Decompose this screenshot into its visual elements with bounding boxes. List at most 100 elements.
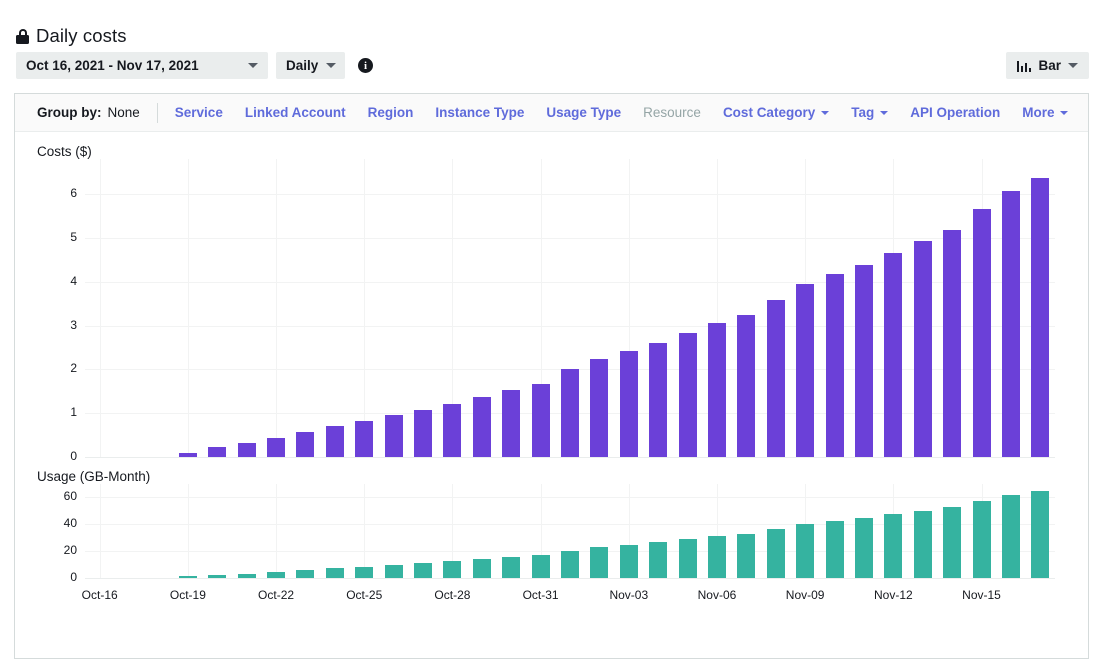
y-axis-tick-label: 3 [70,317,77,332]
chart-bar[interactable] [972,209,991,457]
chart-bar[interactable] [502,390,521,457]
chart-bar[interactable] [1001,190,1020,457]
group-by-option-label: Cost Category [722,105,816,120]
chart-bar[interactable] [472,559,491,578]
chart-bar[interactable] [913,241,932,457]
chart-bar[interactable] [913,510,932,578]
chart-bar[interactable] [649,342,668,457]
chart-bar[interactable] [943,229,962,457]
chart-bar[interactable] [384,415,403,457]
chart-bar[interactable] [737,315,756,457]
chevron-down-icon [326,63,337,68]
chart-bar[interactable] [325,426,344,457]
chart-bar[interactable] [531,555,550,578]
group-by-bar: Group by: None Service Linked Account Regi… [15,94,1088,132]
chart-bar[interactable] [590,358,609,457]
chart-bar[interactable] [649,542,668,578]
costs-chart-title: Costs ($) [37,144,92,159]
group-by-option-label: Tag [851,105,875,120]
chart-bar[interactable] [1031,177,1050,457]
gridline-vertical [99,159,101,457]
group-by-option-cost-category[interactable]: Cost Category [722,105,830,120]
group-by-option-label: Region [367,105,414,120]
chart-bar[interactable] [678,539,697,578]
bar-chart-icon [1016,60,1032,72]
usage-chart-block: Usage (GB-Month) 0 20 40 60 Oct-16 Oct-19 Oct-… [15,457,1088,602]
group-by-value: None [107,105,140,120]
chart-bar[interactable] [355,566,374,578]
chart-bar[interactable] [443,561,462,578]
group-by-option-tag[interactable]: Tag [851,105,889,120]
chart-bar[interactable] [296,570,315,578]
chart-bar[interactable] [1031,490,1050,578]
granularity-select[interactable]: Daily [276,52,345,79]
chart-bar[interactable] [884,514,903,578]
group-by-option-usage-type[interactable]: Usage Type [546,105,621,120]
group-by-more-label: More [1022,105,1055,120]
x-axis-tick-label: Oct-28 [434,588,471,602]
chart-bar[interactable] [854,517,873,578]
chart-bar[interactable] [943,506,962,578]
cost-explorer-page: Daily costs Oct 16, 2021 - Nov 17, 2021 … [0,0,1103,671]
info-icon[interactable]: i [358,58,373,73]
chart-bar[interactable] [561,550,579,578]
chart-bar[interactable] [707,536,726,578]
chart-bar[interactable] [825,274,844,457]
chart-bar[interactable] [619,350,638,457]
chart-bar[interactable] [414,563,433,578]
chart-bar[interactable] [531,383,550,457]
chart-bar[interactable] [267,571,286,578]
chart-bar[interactable] [237,573,256,578]
chart-bar[interactable] [502,557,521,578]
chart-bar[interactable] [884,253,903,457]
chart-bar[interactable] [766,528,785,578]
chart-bar[interactable] [972,500,991,578]
chart-bar[interactable] [472,397,491,457]
group-by-option-linked-account[interactable]: Linked Account [245,105,346,120]
chart-bar[interactable] [178,576,197,578]
chart-bar[interactable] [619,544,638,578]
chart-bar[interactable] [796,524,815,578]
chart-bar[interactable] [707,323,726,457]
gridline-horizontal [85,497,1055,499]
chart-bar[interactable] [237,443,256,457]
chart-bar[interactable] [737,533,756,578]
chart-bar[interactable] [296,432,315,457]
chart-bar[interactable] [208,447,227,457]
chart-bar[interactable] [384,564,403,578]
chart-bar[interactable] [325,568,344,578]
chart-bar[interactable] [825,520,844,578]
y-axis-tick-label: 40 [63,516,77,531]
chevron-down-icon [248,63,258,68]
chart-type-select[interactable]: Bar [1005,52,1089,79]
y-axis-tick-label: 5 [70,229,77,244]
group-by-option-instance-type[interactable]: Instance Type [435,105,524,120]
chart-bar[interactable] [561,369,579,457]
x-axis-tick-label: Nov-15 [962,588,1001,602]
group-by-option-label: Service [174,105,223,120]
chart-bar[interactable] [796,284,815,457]
y-axis-tick-label: 1 [70,405,77,420]
page-title-row: Daily costs [16,25,127,47]
group-by-option-region[interactable]: Region [368,105,414,120]
date-range-picker[interactable]: Oct 16, 2021 - Nov 17, 2021 [16,52,268,79]
group-by-option-service[interactable]: Service [175,105,223,120]
chart-bar[interactable] [590,547,609,578]
group-by-more-button[interactable]: More [1022,105,1069,120]
chart-bar[interactable] [414,409,433,457]
costs-chart-plot: 0123456 [15,159,1088,463]
y-axis-tick-label: 2 [70,361,77,376]
chart-type-label: Bar [1038,58,1061,73]
chart-bar[interactable] [267,437,286,457]
chart-bar[interactable] [208,575,227,578]
chart-bar[interactable] [443,403,462,457]
chart-bar[interactable] [854,264,873,457]
gridline-vertical [99,484,101,578]
chart-bar[interactable] [678,332,697,457]
group-by-option-label: Instance Type [435,105,525,120]
chart-bar[interactable] [1001,494,1020,578]
chart-bar[interactable] [355,421,374,457]
group-by-option-api-operation[interactable]: API Operation [910,105,1000,120]
chart-bar[interactable] [766,299,785,457]
lock-icon [16,28,29,44]
